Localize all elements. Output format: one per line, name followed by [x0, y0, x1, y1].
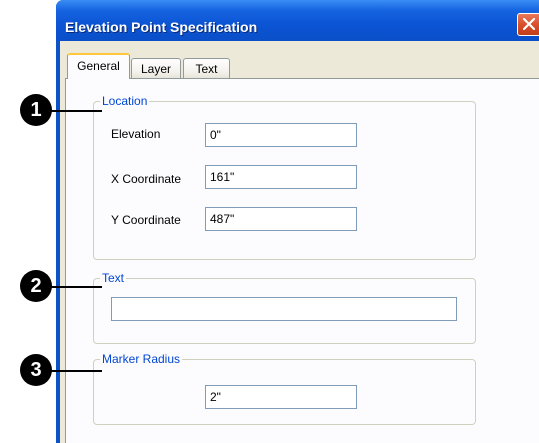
tab-general[interactable]: General [67, 53, 130, 79]
location-group-legend: Location [100, 94, 150, 108]
dialog-title: Elevation Point Specification [65, 19, 258, 35]
y-coordinate-label: Y Coordinate [111, 213, 181, 227]
y-coordinate-input[interactable]: 487" [205, 207, 357, 231]
text-group-legend: Text [100, 271, 127, 285]
close-button[interactable] [517, 13, 539, 36]
marker-radius-group-legend: Marker Radius [100, 352, 183, 366]
callout-1-badge: 1 [20, 94, 52, 126]
close-icon [523, 18, 535, 30]
marker-radius-input[interactable]: 2" [205, 385, 357, 409]
callout-3-badge: 3 [20, 354, 52, 386]
screenshot: Elevation Point Specification General La… [0, 0, 539, 443]
elevation-label: Elevation [111, 127, 161, 141]
x-coordinate-input[interactable]: 161" [205, 165, 357, 189]
tab-text[interactable]: Text [183, 58, 230, 79]
x-coordinate-label: X Coordinate [111, 172, 182, 186]
callout-2-badge: 2 [20, 270, 52, 302]
title-bar[interactable]: Elevation Point Specification [56, 0, 539, 41]
text-input[interactable] [111, 297, 457, 321]
elevation-input[interactable]: 0" [205, 123, 357, 147]
tab-layer[interactable]: Layer [131, 58, 181, 79]
